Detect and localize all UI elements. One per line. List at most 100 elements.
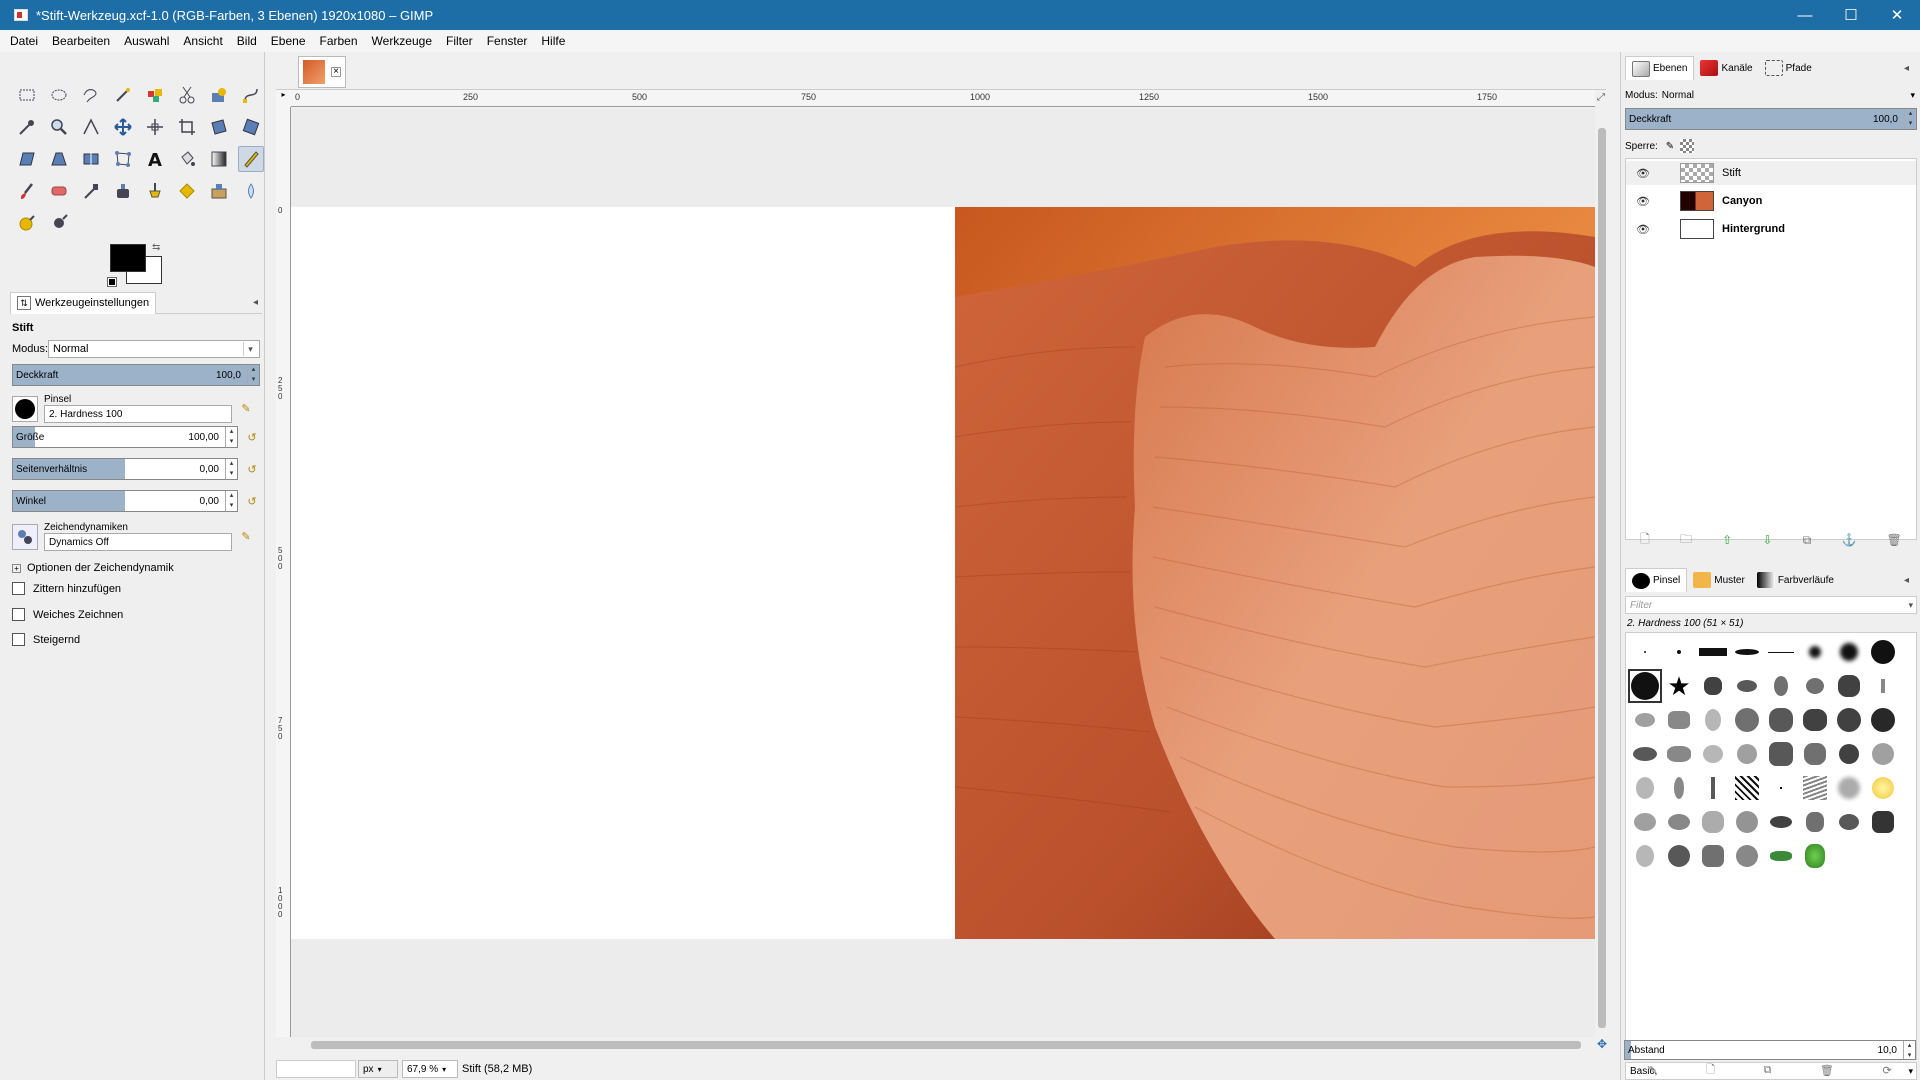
opacity-spin-icon[interactable]: ▴ ▾	[247, 365, 259, 385]
edit-brush-icon[interactable]: ✎	[238, 401, 254, 417]
duplicate-layer-icon[interactable]: ⧉	[1803, 533, 1812, 548]
new-layer-icon[interactable]: 🗋	[1640, 530, 1650, 551]
expander-plus-icon[interactable]: +	[12, 563, 21, 573]
brush-item[interactable]	[1730, 805, 1764, 839]
duplicate-brush-icon[interactable]: ⧉	[1763, 1064, 1771, 1077]
brush-item[interactable]	[1832, 737, 1866, 771]
brush-item[interactable]	[1866, 635, 1900, 669]
menu-fenster[interactable]: Fenster	[487, 34, 528, 48]
brush-item[interactable]	[1832, 703, 1866, 737]
incremental-checkbox[interactable]	[12, 633, 25, 646]
raise-layer-icon[interactable]: ⇧	[1722, 533, 1732, 547]
reset-size-icon[interactable]: ↺	[244, 429, 260, 445]
eye-icon[interactable]: 👁	[1636, 223, 1650, 236]
reset-angle-icon[interactable]: ↺	[244, 493, 260, 509]
angle-spin-icon[interactable]: ▴ ▾	[225, 491, 237, 511]
text-tool-icon[interactable]: A	[142, 146, 168, 172]
heal-icon[interactable]	[206, 178, 232, 204]
smudge-icon[interactable]	[238, 178, 264, 204]
clone-icon[interactable]	[174, 178, 200, 204]
mode-select[interactable]: Normal ▾	[48, 340, 260, 358]
layer-row[interactable]: 👁 Canyon	[1626, 189, 1916, 213]
brush-item[interactable]	[1730, 839, 1764, 873]
lock-pixels-icon[interactable]: ✎	[1666, 141, 1674, 152]
brush-item[interactable]	[1696, 805, 1730, 839]
tab-farbverlaeufe[interactable]: Farbverläufe	[1751, 568, 1840, 592]
chevron-down-icon[interactable]: ▾	[1910, 90, 1915, 101]
zoom-select[interactable]: 67,9 % ▾	[402, 1060, 458, 1078]
brush-item[interactable]	[1730, 635, 1764, 669]
configure-tab-icon[interactable]: ◂	[253, 297, 258, 308]
brush-item[interactable]	[1832, 771, 1866, 805]
lower-layer-icon[interactable]: ⇩	[1762, 533, 1772, 547]
minimize-button[interactable]: —	[1782, 0, 1828, 30]
brush-item[interactable]	[1696, 771, 1730, 805]
delete-brush-icon[interactable]: 🗑	[1820, 1064, 1834, 1077]
angle-slider[interactable]: Winkel 0,00 ▴ ▾	[12, 490, 238, 512]
color-picker-icon[interactable]	[14, 114, 40, 140]
layer-row[interactable]: 👁 Hintergrund	[1626, 217, 1916, 241]
size-slider[interactable]: Größe 100,00 ▴ ▾	[12, 426, 238, 448]
menu-werkzeuge[interactable]: Werkzeuge	[372, 34, 432, 48]
menu-filter[interactable]: Filter	[446, 34, 473, 48]
close-button[interactable]: ✕	[1874, 0, 1920, 30]
foreground-select-icon[interactable]	[206, 82, 232, 108]
foreground-color-swatch[interactable]	[110, 244, 146, 272]
brush-item[interactable]	[1696, 839, 1730, 873]
tool-options-tab[interactable]: ⇅ Werkzeugeinstellungen	[10, 291, 157, 314]
spacing-slider[interactable]: Abstand 10,0 ▴ ▾	[1624, 1040, 1916, 1060]
horizontal-scroll-thumb[interactable]	[311, 1041, 1581, 1049]
lock-alpha-icon[interactable]	[1680, 139, 1695, 153]
brush-item[interactable]	[1764, 805, 1798, 839]
brush-item[interactable]	[1662, 839, 1696, 873]
dynamics-options-row[interactable]: + Optionen der Zeichendynamik	[12, 562, 260, 574]
configure-tab-icon[interactable]: ◂	[1904, 575, 1909, 586]
menu-ansicht[interactable]: Ansicht	[183, 34, 222, 48]
layer-opacity-spin-icon[interactable]: ▴ ▾	[1904, 109, 1916, 129]
close-image-icon[interactable]: ×	[331, 67, 341, 77]
navigate-icon[interactable]: ✥	[1597, 1037, 1607, 1051]
brush-item[interactable]	[1866, 805, 1900, 839]
eye-icon[interactable]: 👁	[1636, 195, 1650, 208]
menu-auswahl[interactable]: Auswahl	[124, 34, 169, 48]
layer-mode-value[interactable]: Normal	[1662, 90, 1694, 101]
brush-item[interactable]	[1866, 737, 1900, 771]
refresh-brushes-icon[interactable]: ⟳	[1882, 1064, 1891, 1077]
warp-transform-icon[interactable]	[46, 210, 72, 236]
eraser-icon[interactable]	[46, 178, 72, 204]
swap-colors-icon[interactable]: ⇆	[152, 242, 160, 253]
brush-pepper-icon[interactable]	[1798, 839, 1832, 873]
brush-star-icon[interactable]: ★	[1662, 669, 1696, 703]
edit-brush-icon[interactable]: ✎	[1648, 1064, 1657, 1077]
configure-tab-icon[interactable]: ◂	[1904, 63, 1909, 74]
perspective-icon[interactable]	[46, 146, 72, 172]
airbrush-icon[interactable]	[78, 178, 104, 204]
maximize-button[interactable]: ☐	[1828, 0, 1874, 30]
menu-bild[interactable]: Bild	[237, 34, 257, 48]
reset-colors-icon[interactable]	[107, 277, 117, 287]
zoom-on-resize-icon[interactable]: ⤢	[1597, 92, 1605, 103]
brush-item[interactable]	[1662, 703, 1696, 737]
tab-pinsel[interactable]: Pinsel	[1625, 568, 1688, 592]
rect-select-icon[interactable]	[14, 82, 40, 108]
jitter-checkbox[interactable]	[12, 582, 25, 595]
brush-item[interactable]	[1730, 737, 1764, 771]
unified-transform-icon[interactable]	[206, 114, 232, 140]
tab-muster[interactable]: Muster	[1687, 568, 1751, 592]
gradient-icon[interactable]	[206, 146, 232, 172]
brush-item[interactable]	[1798, 737, 1832, 771]
opacity-slider[interactable]: Deckkraft 100,0 ▴ ▾	[12, 364, 260, 386]
anchor-layer-icon[interactable]: ⚓	[1841, 533, 1856, 547]
menu-hilfe[interactable]: Hilfe	[541, 34, 565, 48]
brush-item[interactable]	[1696, 635, 1730, 669]
brush-item[interactable]	[1798, 635, 1832, 669]
measure-icon[interactable]	[78, 114, 104, 140]
brush-item[interactable]	[1832, 669, 1866, 703]
new-brush-icon[interactable]: 🗋	[1706, 1061, 1715, 1080]
brush-item[interactable]	[1662, 635, 1696, 669]
dodge-burn-icon[interactable]	[14, 210, 40, 236]
aspect-slider[interactable]: Seitenverhältnis 0,00 ▴ ▾	[12, 458, 238, 480]
select-by-color-icon[interactable]	[142, 82, 168, 108]
zoom-icon[interactable]	[46, 114, 72, 140]
brush-item[interactable]	[1832, 635, 1866, 669]
